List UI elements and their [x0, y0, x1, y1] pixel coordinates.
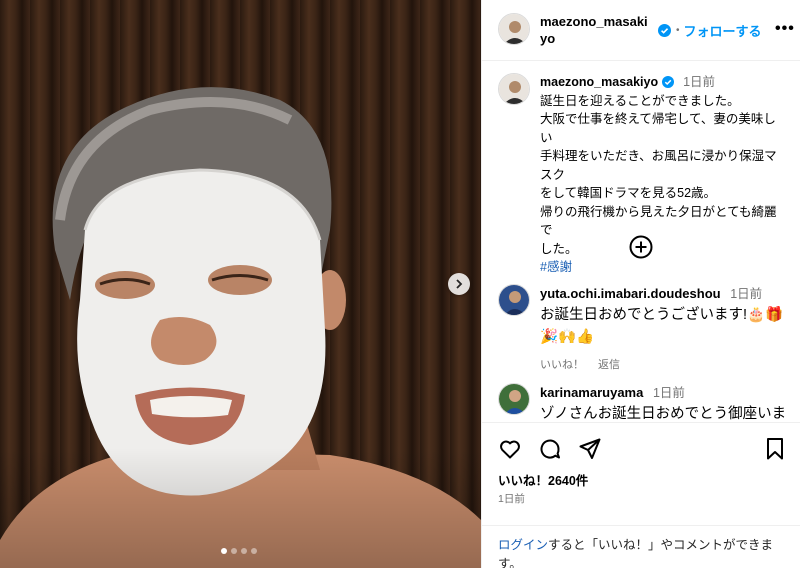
post-side-panel: maezono_masaki yo • フォローする ••• maezono_m… [481, 0, 800, 568]
action-icons [498, 437, 602, 461]
caption-username[interactable]: maezono_masakiyo [540, 75, 658, 89]
comment-text: 🎉🙌👍 [540, 329, 595, 345]
header-username-line1: maezono_masaki [540, 14, 648, 29]
comment-icon[interactable] [538, 437, 562, 461]
chevron-right-icon [456, 279, 463, 289]
bookmark-button[interactable] [765, 437, 785, 466]
share-icon[interactable] [578, 437, 602, 461]
avatar[interactable] [498, 73, 530, 105]
more-options-icon[interactable]: ••• [775, 20, 795, 38]
caption-line: 誕生日を迎えることができました。 [540, 93, 740, 108]
post-actions: いいね！2640件 1日前 ログインすると「いいね！」やコメントができま す。 [482, 422, 800, 568]
caption-line: 帰りの飛行機から見えた夕日がとても綺麗で [540, 204, 777, 238]
header-username[interactable]: maezono_masaki yo [540, 13, 658, 47]
header-username-line2: yo [540, 31, 556, 46]
follow-button[interactable]: フォローする [684, 21, 762, 40]
login-prompt-text: すると「いいね！」やコメントができま [548, 538, 774, 552]
comment-time[interactable]: 1日前 [653, 386, 685, 400]
comment-like-button[interactable]: いいね！ [540, 356, 584, 375]
carousel-dot [251, 548, 257, 554]
caption-line: した。 [540, 241, 578, 256]
caption-time[interactable]: 1日前 [683, 75, 715, 89]
avatar[interactable] [498, 383, 530, 415]
hashtag-link[interactable]: #感謝 [540, 258, 784, 277]
heart-icon[interactable] [498, 437, 522, 461]
comment-item: karinamaruyama 1日前 ゾノさんお誕生日おめでとう御座いま [498, 383, 798, 425]
follow-area: • フォローする [658, 21, 762, 40]
carousel-dot [241, 548, 247, 554]
post-header: maezono_masaki yo • フォローする ••• [482, 0, 800, 61]
verified-badge-icon [661, 76, 674, 88]
comment-body: karinamaruyama 1日前 ゾノさんお誕生日おめでとう御座いま [540, 383, 786, 425]
post-date[interactable]: 1日前 [498, 491, 525, 506]
carousel-indicator [221, 548, 257, 554]
caption-body: maezono_masakiyo 1日前 誕生日を迎えることができました。 大阪… [540, 73, 784, 277]
comment-actions: いいね！ 返信 [540, 356, 783, 375]
comment-item: yuta.ochi.imabari.doudeshou 1日前 お誕生日おめでと… [498, 284, 798, 375]
login-prompt-text: す。 [498, 557, 522, 568]
carousel-dot [231, 548, 237, 554]
avatar[interactable] [498, 13, 530, 45]
comment-username[interactable]: karinamaruyama [540, 385, 643, 400]
caption-line: 手料理をいただき、お風呂に浸かり保湿マスク [540, 149, 777, 182]
caption-line: をして韓国ドラマを見る52歳。 [540, 186, 717, 200]
login-prompt: ログインすると「いいね！」やコメントができま す。 [482, 525, 800, 568]
carousel-dot-active [221, 548, 227, 554]
load-more-comments-button[interactable] [629, 235, 653, 264]
caption-line: 大阪で仕事を終えて帰宅して、妻の美味しい [540, 112, 776, 145]
like-count[interactable]: いいね！2640件 [498, 470, 588, 489]
verified-badge-icon [658, 24, 671, 37]
login-link[interactable]: ログイン [498, 538, 548, 552]
next-photo-button[interactable] [448, 273, 470, 295]
plus-circle-icon [629, 235, 653, 259]
comment-text: お誕生日おめでとうございます!🎂🎁 [540, 307, 784, 323]
avatar[interactable] [498, 284, 530, 316]
comment-time[interactable]: 1日前 [730, 287, 762, 301]
bookmark-icon [767, 438, 783, 460]
comment-reply-button[interactable]: 返信 [598, 356, 620, 375]
follow-separator: • [676, 25, 680, 36]
comment-body: yuta.ochi.imabari.doudeshou 1日前 お誕生日おめでと… [540, 284, 783, 375]
comment-username[interactable]: yuta.ochi.imabari.doudeshou [540, 286, 721, 301]
post-media[interactable] [0, 0, 481, 568]
